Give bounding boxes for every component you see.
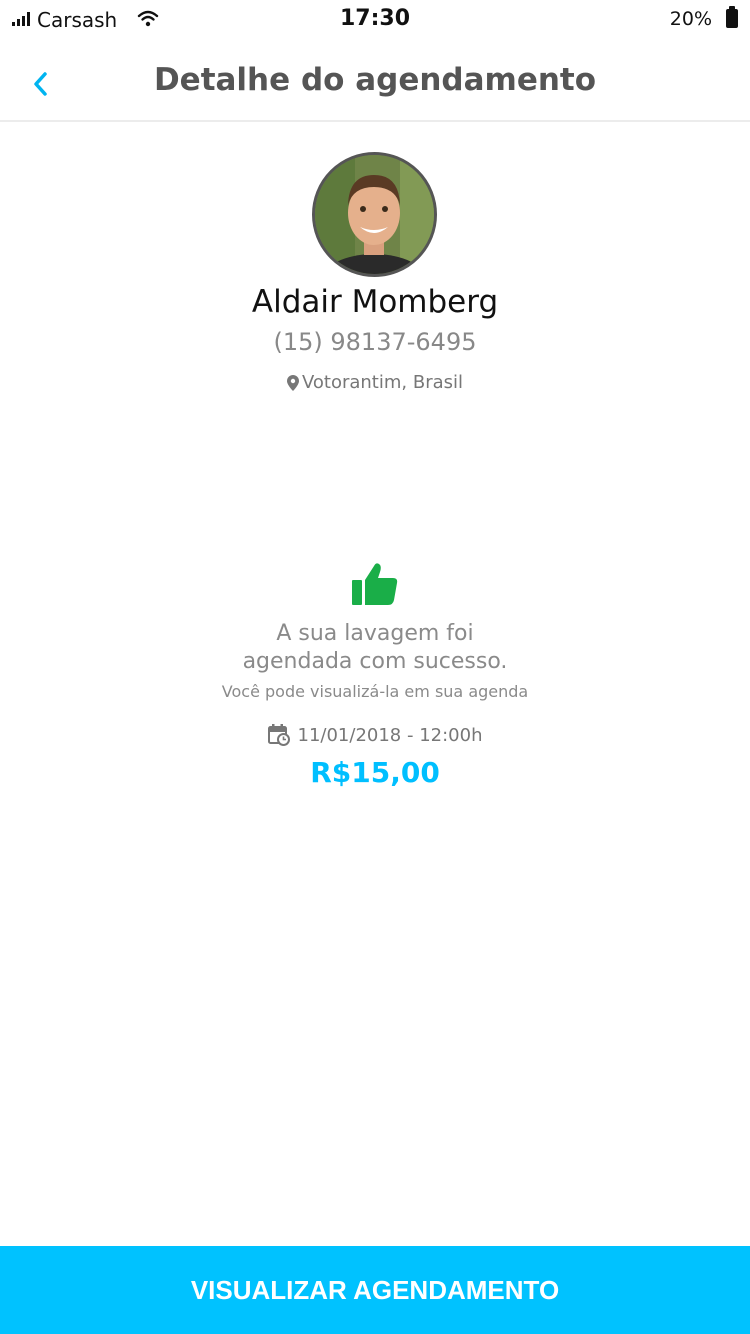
thumbs-up-icon xyxy=(352,563,398,605)
user-phone: (15) 98137-6495 xyxy=(273,328,477,356)
datetime-label: 11/01/2018 - 12:00h xyxy=(297,724,483,746)
page-title: Detalhe do agendamento xyxy=(153,62,597,98)
battery-icon xyxy=(726,6,738,28)
user-location: Votorantim, Brasil xyxy=(0,372,750,393)
location-pin-icon xyxy=(286,374,299,391)
status-bar: Carsash 17:30 20% xyxy=(0,0,750,40)
user-name: Aldair Momberg xyxy=(251,284,499,320)
schedule-datetime: 11/01/2018 - 12:00h xyxy=(0,724,750,746)
battery-percentage: 20% xyxy=(669,8,712,30)
view-schedule-button[interactable]: VISUALIZAR AGENDAMENTO xyxy=(0,1246,750,1334)
avatar-image xyxy=(315,155,434,274)
success-subtext: Você pode visualizá-la em sua agenda xyxy=(221,682,529,701)
price: R$15,00 xyxy=(310,756,440,789)
clock: 17:30 xyxy=(339,6,411,31)
avatar xyxy=(312,152,437,277)
nav-bar: Detalhe do agendamento xyxy=(0,40,750,122)
location-label: Votorantim, Brasil xyxy=(301,372,464,393)
calendar-clock-icon xyxy=(267,724,290,746)
success-message: A sua lavagem foi agendada com sucesso. xyxy=(242,621,508,674)
